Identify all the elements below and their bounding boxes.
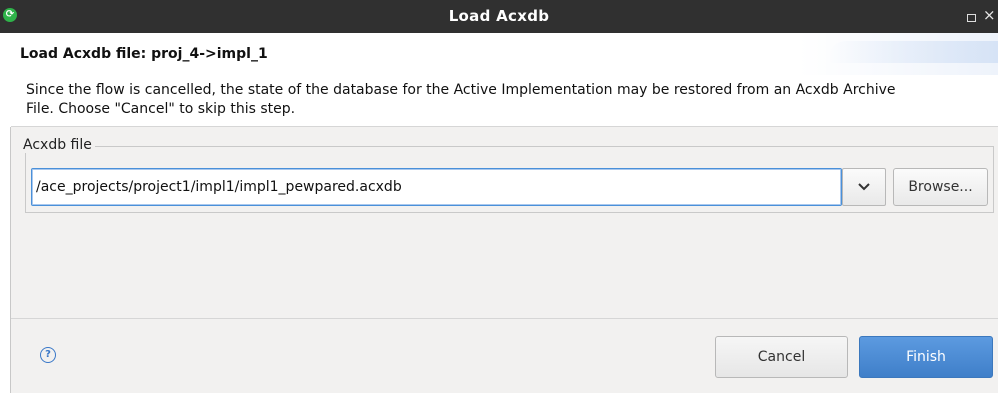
title-bar: ⟳ Load Acxdb × bbox=[0, 0, 998, 33]
maximize-icon[interactable] bbox=[967, 14, 976, 22]
button-bar bbox=[11, 319, 998, 393]
window-title: Load Acxdb bbox=[448, 7, 550, 25]
chevron-down-icon bbox=[858, 183, 870, 191]
browse-button[interactable]: Browse... bbox=[893, 168, 988, 206]
finish-button[interactable]: Finish bbox=[859, 336, 993, 378]
cancel-button[interactable]: Cancel bbox=[715, 336, 848, 378]
acxdb-file-input[interactable] bbox=[31, 168, 842, 206]
close-icon[interactable]: × bbox=[983, 6, 996, 24]
page-title: Load Acxdb file: proj_4->impl_1 bbox=[20, 46, 268, 62]
header-banner-graphic bbox=[828, 41, 998, 63]
acxdb-file-group-label: Acxdb file bbox=[23, 137, 95, 153]
page-description: Since the flow is cancelled, the state o… bbox=[26, 82, 896, 117]
help-icon[interactable]: ? bbox=[40, 347, 56, 363]
file-history-dropdown-button[interactable] bbox=[842, 168, 886, 206]
